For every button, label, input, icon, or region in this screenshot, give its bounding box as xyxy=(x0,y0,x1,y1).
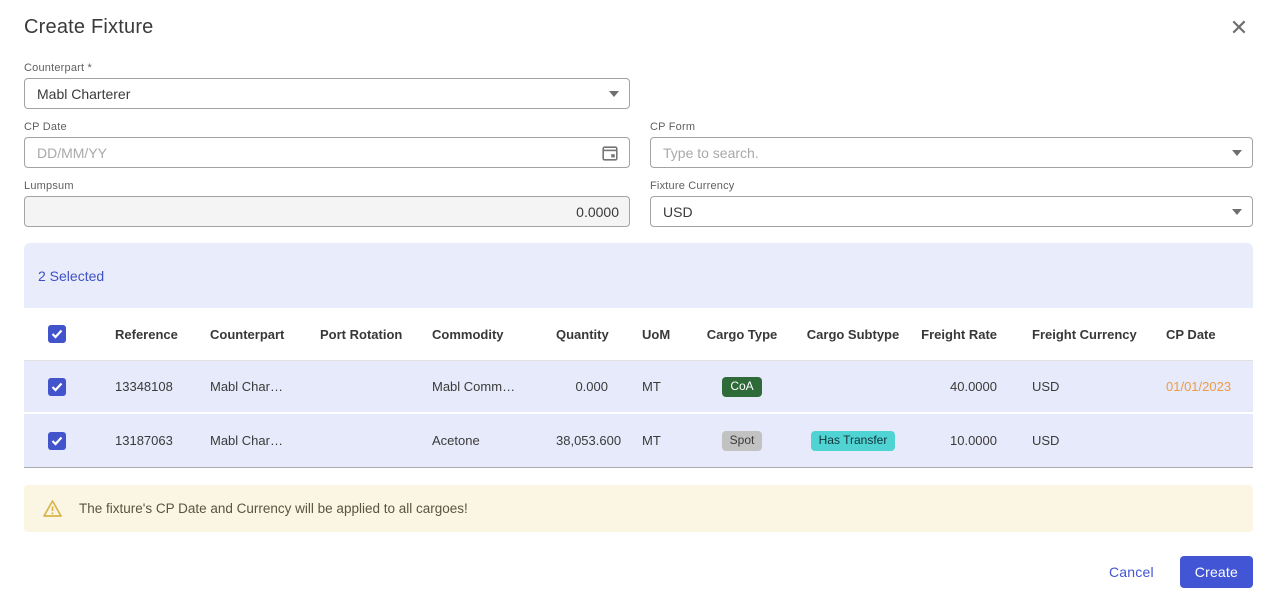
fixture-currency-select[interactable]: USD xyxy=(650,196,1253,227)
chevron-down-icon xyxy=(609,90,619,97)
dialog-title: Create Fixture xyxy=(24,16,154,38)
close-button[interactable]: ✕ xyxy=(1225,14,1253,42)
cell-uom: MT xyxy=(642,433,661,448)
row-checkbox[interactable] xyxy=(48,377,66,396)
col-header-commodity: Commodity xyxy=(432,326,504,342)
fixture-form: Counterpart * Mabl Charterer CP Date DD/… xyxy=(24,62,1253,227)
fixture-currency-value: USD xyxy=(663,203,693,220)
cell-freight-currency: USD xyxy=(1032,433,1060,448)
cell-counterpart: Mabl Char… xyxy=(210,379,283,394)
lumpsum-field: Lumpsum xyxy=(24,180,630,227)
check-icon xyxy=(51,329,63,339)
col-header-counterpart: Counterpart xyxy=(210,326,285,342)
selected-count: 2 Selected xyxy=(38,267,105,284)
table-row[interactable]: 13187063 Mabl Char… Acetone 38,053.600 M… xyxy=(24,414,1253,467)
warning-message: The fixture's CP Date and Currency will … xyxy=(79,501,468,516)
cell-freight-rate: 40.0000 xyxy=(950,379,997,394)
col-header-quantity: Quantity xyxy=(556,326,609,342)
chevron-down-icon xyxy=(1232,208,1242,215)
cargo-type-badge: Spot xyxy=(721,430,763,451)
col-header-port-rotation: Port Rotation xyxy=(320,326,403,342)
dialog-footer: Cancel Create xyxy=(24,556,1253,588)
col-header-reference: Reference xyxy=(115,326,178,342)
cp-date-field: CP Date xyxy=(24,121,630,168)
check-icon xyxy=(51,436,63,446)
calendar-button[interactable] xyxy=(601,144,619,162)
counterpart-label: Counterpart * xyxy=(24,62,93,74)
calendar-icon xyxy=(602,145,618,161)
cell-commodity: Mabl Comm… xyxy=(432,379,516,394)
cp-date-label: CP Date xyxy=(24,121,67,133)
col-header-freight-currency: Freight Currency xyxy=(1032,326,1137,342)
col-header-uom: UoM xyxy=(642,326,671,342)
lumpsum-label: Lumpsum xyxy=(24,180,74,192)
fixture-currency-label: Fixture Currency xyxy=(650,180,735,192)
chevron-down-icon xyxy=(1232,149,1242,156)
col-header-freight-rate: Freight Rate xyxy=(921,326,997,342)
table-row[interactable]: 13348108 Mabl Char… Mabl Comm… 0.000 MT … xyxy=(24,361,1253,414)
cargo-subtype-badge: Has Transfer xyxy=(810,430,896,451)
cp-date-input[interactable] xyxy=(37,144,601,161)
cell-freight-currency: USD xyxy=(1032,379,1060,394)
table-header-row: Reference Counterpart Port Rotation Comm… xyxy=(24,308,1253,361)
cell-reference: 13348108 xyxy=(115,379,173,394)
col-header-cargo-type: Cargo Type xyxy=(706,326,778,342)
cell-commodity: Acetone xyxy=(432,433,480,448)
warning-icon xyxy=(43,500,62,517)
create-fixture-dialog: Create Fixture ✕ Counterpart * Mabl Char… xyxy=(0,0,1277,595)
cargo-type-badge: CoA xyxy=(722,376,762,397)
cargo-table: 2 Selected Reference Counterpart Port Ro… xyxy=(24,243,1253,468)
cell-quantity: 0.000 xyxy=(575,379,608,394)
create-button[interactable]: Create xyxy=(1179,556,1253,588)
warning-banner: The fixture's CP Date and Currency will … xyxy=(24,485,1253,532)
cell-quantity: 38,053.600 xyxy=(556,433,622,448)
col-header-cargo-subtype: Cargo Subtype xyxy=(806,326,900,342)
counterpart-value: Mabl Charterer xyxy=(37,85,131,102)
close-icon: ✕ xyxy=(1229,15,1249,40)
select-all-checkbox[interactable] xyxy=(48,325,66,343)
dialog-header: Create Fixture ✕ xyxy=(24,16,1253,42)
counterpart-select[interactable]: Mabl Charterer xyxy=(24,78,630,109)
row-checkbox[interactable] xyxy=(48,431,66,450)
selection-toolbar: 2 Selected xyxy=(24,243,1253,308)
counterpart-field: Counterpart * Mabl Charterer xyxy=(24,62,630,109)
cancel-button[interactable]: Cancel xyxy=(1109,564,1154,580)
lumpsum-input[interactable] xyxy=(37,203,619,220)
col-header-cp-date: CP Date xyxy=(1166,326,1216,342)
cell-cp-date: 01/01/2023 xyxy=(1166,379,1232,394)
check-icon xyxy=(51,382,63,392)
cell-uom: MT xyxy=(642,379,661,394)
cp-form-input[interactable] xyxy=(663,144,1232,161)
cell-reference: 13187063 xyxy=(115,433,173,448)
fixture-currency-field: Fixture Currency USD xyxy=(650,180,1253,227)
cell-counterpart: Mabl Char… xyxy=(210,433,283,448)
cell-freight-rate: 10.0000 xyxy=(950,433,997,448)
cp-form-select[interactable] xyxy=(650,137,1253,168)
cp-form-label: CP Form xyxy=(650,121,696,133)
cp-form-field: CP Form xyxy=(650,121,1253,168)
